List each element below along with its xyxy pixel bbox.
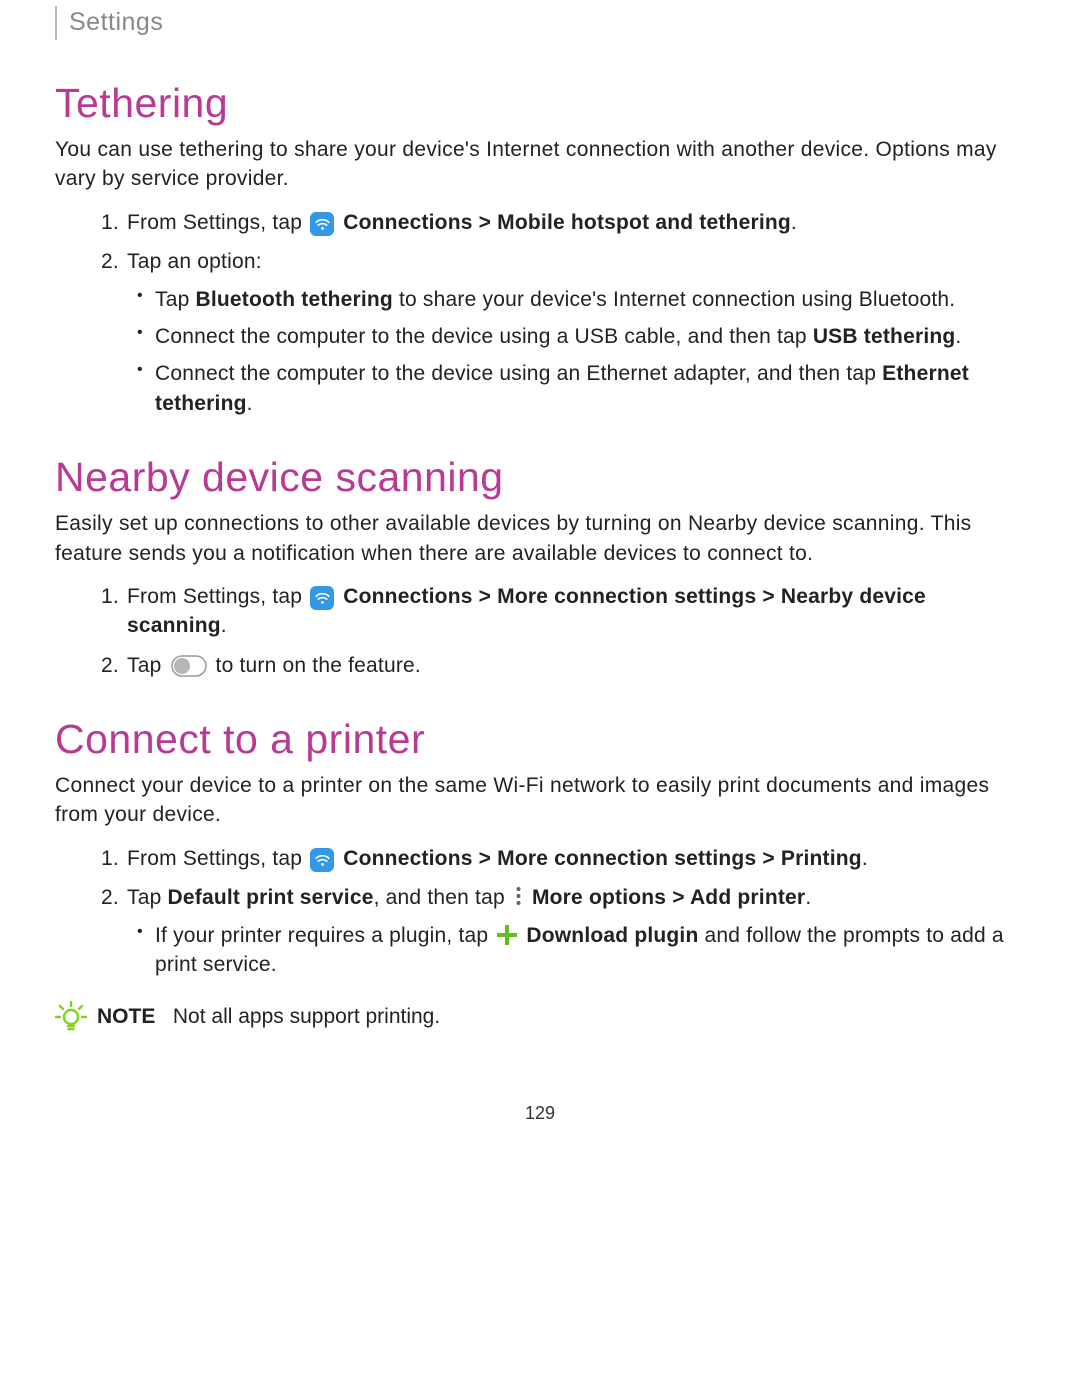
more-options-icon	[514, 886, 523, 906]
heading-printer: Connect to a printer	[55, 716, 1025, 763]
steps-printer: From Settings, tap Connections > More co…	[55, 844, 1025, 980]
sub-bullets: If your printer requires a plugin, tap D…	[127, 921, 1025, 980]
breadcrumb: Settings	[55, 6, 1025, 40]
text-bold: Download plugin	[526, 924, 698, 947]
text-bold: More connection settings	[497, 585, 756, 608]
text: Tap an option:	[127, 250, 262, 273]
note-text: Not all apps support printing.	[173, 1005, 440, 1028]
bullet-item: If your printer requires a plugin, tap D…	[155, 921, 1025, 980]
text: Tap	[127, 886, 168, 909]
text-bold: Connections	[343, 211, 472, 234]
text-bold: Mobile hotspot and tethering	[497, 211, 791, 234]
text-bold: Printing	[781, 847, 862, 870]
text-bold: More connection settings	[497, 847, 756, 870]
intro-nearby: Easily set up connections to other avail…	[55, 509, 1025, 568]
text-bold: Default print service	[168, 886, 374, 909]
text-bold: Connections	[343, 847, 472, 870]
text: .	[791, 211, 797, 234]
text-bold: More options	[532, 886, 666, 909]
text: .	[805, 886, 811, 909]
text: .	[247, 392, 253, 415]
text: >	[473, 211, 498, 234]
text: >	[473, 585, 498, 608]
text: Connect the computer to the device using…	[155, 362, 882, 385]
text: .	[955, 325, 961, 348]
text: If your printer requires a plugin, tap	[155, 924, 494, 947]
tip-bulb-icon	[55, 1001, 87, 1033]
text: Tap	[127, 654, 168, 677]
step-item: Tap an option: Tap Bluetooth tethering t…	[125, 247, 1025, 418]
note-label: NOTE	[97, 1005, 155, 1028]
step-item: From Settings, tap Connections > More co…	[125, 844, 1025, 873]
text: From Settings, tap	[127, 211, 308, 234]
connections-icon	[310, 212, 334, 236]
plus-icon	[496, 924, 518, 946]
intro-printer: Connect your device to a printer on the …	[55, 771, 1025, 830]
heading-tethering: Tethering	[55, 80, 1025, 127]
text: >	[473, 847, 498, 870]
text: .	[862, 847, 868, 870]
text: , and then tap	[374, 886, 511, 909]
text-bold: Bluetooth tethering	[196, 288, 393, 311]
text: Tap	[155, 288, 196, 311]
steps-tethering: From Settings, tap Connections > Mobile …	[55, 208, 1025, 418]
text: >	[756, 585, 781, 608]
sub-bullets: Tap Bluetooth tethering to share your de…	[127, 285, 1025, 419]
text-bold: Add printer	[690, 886, 805, 909]
text-bold: USB tethering	[813, 325, 956, 348]
bullet-item: Connect the computer to the device using…	[155, 359, 1025, 418]
text: From Settings, tap	[127, 847, 308, 870]
intro-tethering: You can use tethering to share your devi…	[55, 135, 1025, 194]
text: Connect the computer to the device using…	[155, 325, 813, 348]
note-row: NOTE Not all apps support printing.	[55, 1001, 1025, 1033]
note-content: NOTE Not all apps support printing.	[97, 1005, 440, 1029]
text: >	[666, 886, 690, 909]
heading-nearby: Nearby device scanning	[55, 454, 1025, 501]
text-bold: Connections	[343, 585, 472, 608]
bullet-item: Tap Bluetooth tethering to share your de…	[155, 285, 1025, 314]
text: to share your device's Internet connecti…	[393, 288, 955, 311]
step-item: Tap to turn on the feature.	[125, 651, 1025, 680]
step-item: Tap Default print service, and then tap …	[125, 883, 1025, 979]
text: >	[756, 847, 781, 870]
step-item: From Settings, tap Connections > More co…	[125, 582, 1025, 641]
step-item: From Settings, tap Connections > Mobile …	[125, 208, 1025, 237]
steps-nearby: From Settings, tap Connections > More co…	[55, 582, 1025, 680]
page-number: 129	[55, 1103, 1025, 1124]
bullet-item: Connect the computer to the device using…	[155, 322, 1025, 351]
toggle-off-icon	[171, 655, 207, 677]
text: to turn on the feature.	[216, 654, 421, 677]
text: From Settings, tap	[127, 585, 308, 608]
connections-icon	[310, 848, 334, 872]
connections-icon	[310, 586, 334, 610]
text: .	[221, 614, 227, 637]
